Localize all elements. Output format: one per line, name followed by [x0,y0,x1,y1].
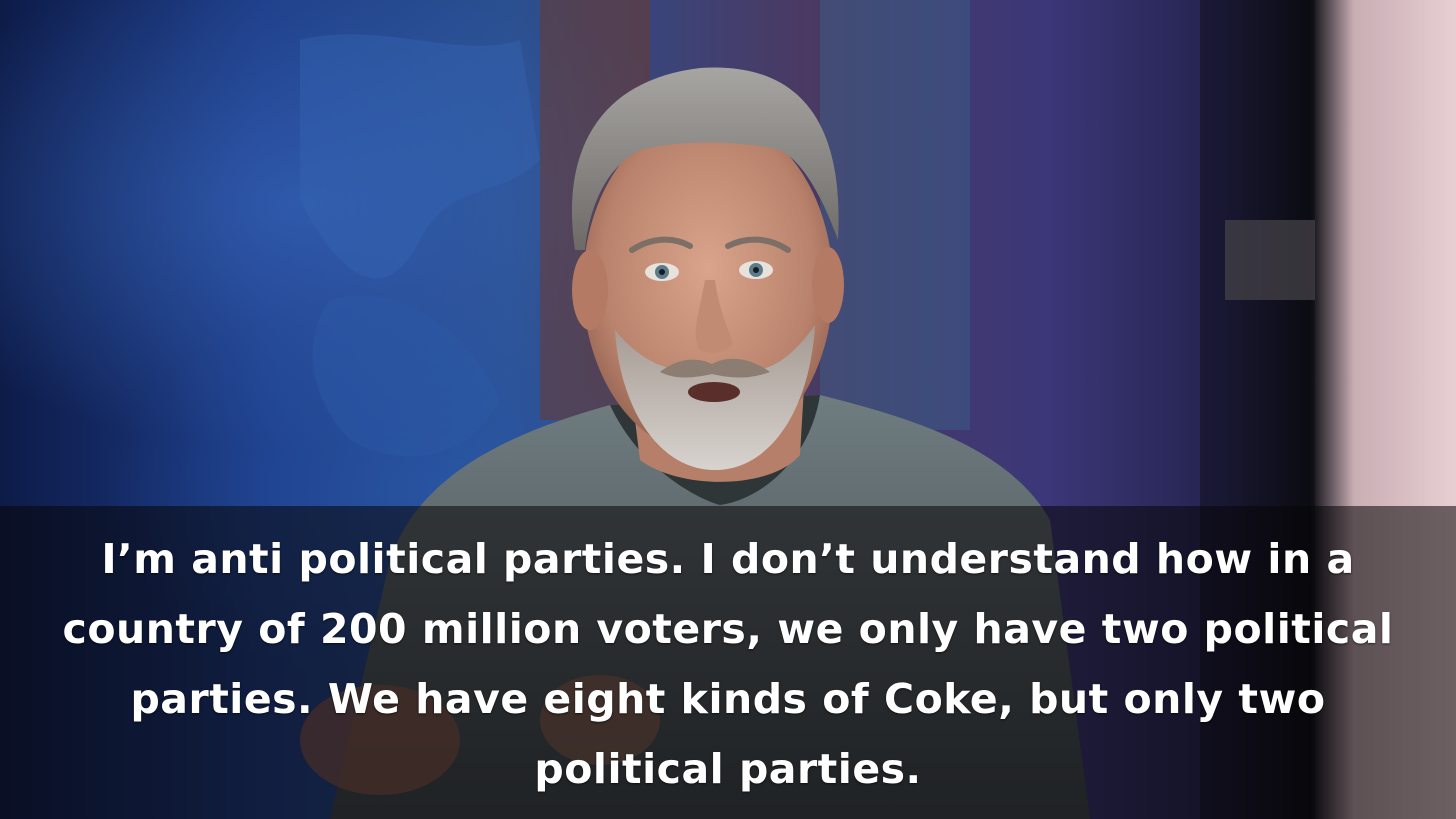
quote-caption: I’m anti political parties. I don’t unde… [62,535,1394,793]
photo-frame: I’m anti political parties. I don’t unde… [0,0,1456,819]
